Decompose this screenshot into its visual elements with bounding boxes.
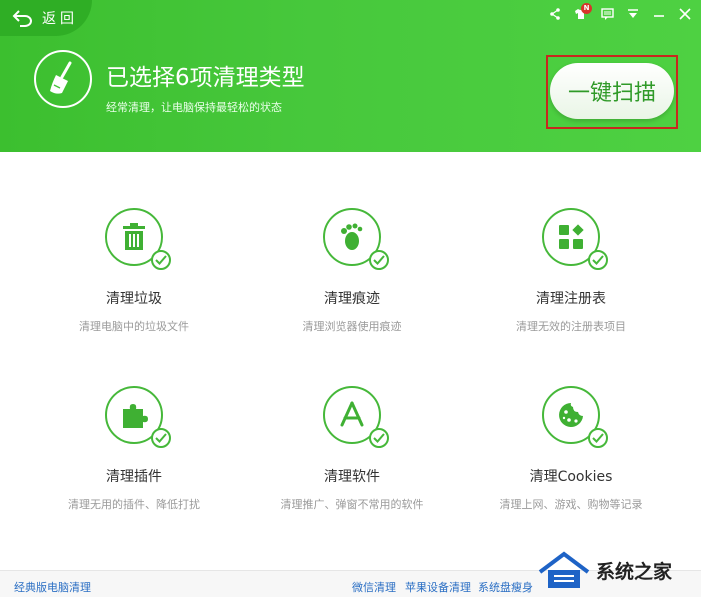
one-click-scan-button[interactable]: 一键扫描 (550, 63, 674, 119)
feature-name: 清理痕迹 (324, 291, 380, 307)
check-icon (369, 250, 389, 270)
tshirt-skin-icon[interactable]: N (573, 3, 592, 22)
check-icon (588, 428, 608, 448)
page-title: 已选择6项清理类型 (106, 65, 305, 91)
cookie-icon (559, 403, 583, 427)
wechat-clean-link[interactable]: 微信清理 (352, 579, 396, 595)
feature-name: 清理插件 (106, 469, 162, 485)
back-arrow-icon (12, 10, 32, 27)
registry-icon (559, 224, 584, 249)
feature-desc: 清理无效的注册表项目 (516, 320, 626, 333)
system-disk-slim-link[interactable]: 系统盘瘦身 (478, 579, 533, 595)
share-icon[interactable] (547, 6, 563, 22)
puzzle-icon (123, 404, 148, 428)
feature-name: 清理软件 (324, 469, 380, 485)
window-controls: N (547, 3, 693, 22)
feature-clean-registry[interactable]: 清理注册表 清理无效的注册表项目 (471, 208, 671, 334)
notification-badge: N (581, 3, 592, 14)
house-logo-icon (538, 551, 590, 588)
minimize-icon[interactable] (651, 6, 667, 22)
header-bar: 返回 N 已选择6项清理类型 经常清理，让电脑保持最轻松的状态 一键扫描 (0, 0, 701, 152)
watermark-text: 系统之家 (596, 560, 673, 583)
broom-icon (34, 50, 92, 108)
close-icon[interactable] (677, 6, 693, 22)
check-icon (151, 428, 171, 448)
page-subtitle: 经常清理，让电脑保持最轻松的状态 (106, 101, 282, 114)
footprint-icon (341, 223, 363, 250)
back-button[interactable]: 返回 (0, 0, 92, 36)
back-label: 返回 (42, 11, 78, 27)
feature-clean-junk[interactable]: 清理垃圾 清理电脑中的垃圾文件 (34, 208, 234, 334)
trash-icon (123, 223, 145, 250)
feature-name: 清理注册表 (536, 291, 606, 307)
feature-clean-software[interactable]: 清理软件 清理推广、弹窗不常用的软件 (252, 386, 452, 512)
watermark-logo: 系统之家 (536, 548, 696, 592)
feature-desc: 清理浏览器使用痕迹 (302, 320, 402, 333)
message-icon[interactable] (599, 6, 615, 22)
apple-device-clean-link[interactable]: 苹果设备清理 (405, 579, 471, 595)
menu-dropdown-icon[interactable] (625, 6, 641, 22)
classic-version-link[interactable]: 经典版电脑清理 (14, 579, 91, 595)
feature-desc: 清理电脑中的垃圾文件 (79, 320, 189, 333)
feature-desc: 清理上网、游戏、购物等记录 (499, 498, 643, 511)
check-icon (369, 428, 389, 448)
feature-name: 清理垃圾 (106, 291, 162, 307)
app-icon (340, 401, 364, 427)
feature-clean-cookies[interactable]: 清理Cookies 清理上网、游戏、购物等记录 (471, 386, 671, 512)
feature-clean-plugins[interactable]: 清理插件 清理无用的插件、降低打扰 (34, 386, 234, 512)
feature-desc: 清理推广、弹窗不常用的软件 (280, 498, 424, 511)
feature-name: 清理Cookies (529, 469, 613, 485)
check-icon (588, 250, 608, 270)
check-icon (151, 250, 171, 270)
feature-desc: 清理无用的插件、降低打扰 (68, 498, 200, 511)
feature-clean-traces[interactable]: 清理痕迹 清理浏览器使用痕迹 (252, 208, 452, 334)
